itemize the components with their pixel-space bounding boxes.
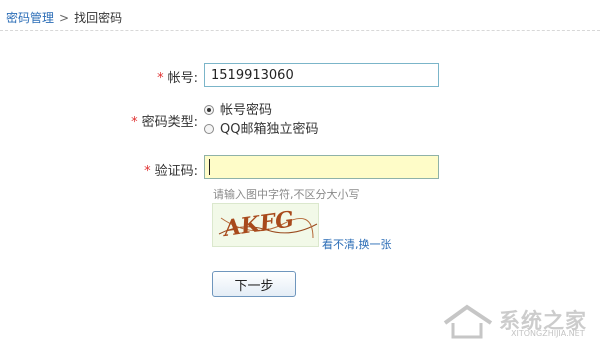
captcha-image[interactable]: AKFG <box>212 203 319 247</box>
password-type-label-text: 密码类型: <box>141 115 198 130</box>
captcha-glyphs: AKFG <box>218 206 318 242</box>
password-type-label: * 密码类型: <box>131 111 198 130</box>
captcha-hint: 请输入图中字符,不区分大小写 <box>213 188 360 201</box>
radio-qqmail-password-label: QQ邮箱独立密码 <box>220 122 319 137</box>
radio-account-password-label: 帐号密码 <box>220 103 273 118</box>
captcha-label: * 验证码: <box>144 160 198 179</box>
top-divider <box>0 30 600 31</box>
next-step-button[interactable]: 下一步 <box>212 271 296 297</box>
radio-qqmail-password[interactable]: QQ邮箱独立密码 <box>204 122 318 138</box>
captcha-label-text: 验证码: <box>154 164 198 179</box>
watermark: 系统之家 XITONGZHIJIA.NET <box>441 301 597 341</box>
watermark-house-icon <box>443 304 493 339</box>
breadcrumb-current: 找回密码 <box>74 11 123 25</box>
account-label: * 帐号: <box>157 67 198 86</box>
watermark-url: XITONGZHIJIA.NET <box>511 329 585 338</box>
radio-button[interactable] <box>204 124 214 134</box>
breadcrumb-separator: > <box>59 11 70 25</box>
breadcrumb-password-management[interactable]: 密码管理 <box>6 11 54 25</box>
refresh-captcha-link[interactable]: 看不清,换一张 <box>322 236 392 252</box>
breadcrumb: 密码管理 > 找回密码 <box>6 9 122 27</box>
text-caret <box>209 159 210 175</box>
captcha-input[interactable] <box>204 155 439 179</box>
account-label-text: 帐号: <box>167 71 198 86</box>
captcha-text: AKFG <box>220 206 296 242</box>
required-mark: * <box>131 115 138 130</box>
radio-button-checked[interactable] <box>204 105 214 115</box>
required-mark: * <box>157 71 164 86</box>
account-input[interactable] <box>204 63 439 87</box>
radio-account-password[interactable]: 帐号密码 <box>204 103 272 119</box>
required-mark: * <box>144 164 151 179</box>
